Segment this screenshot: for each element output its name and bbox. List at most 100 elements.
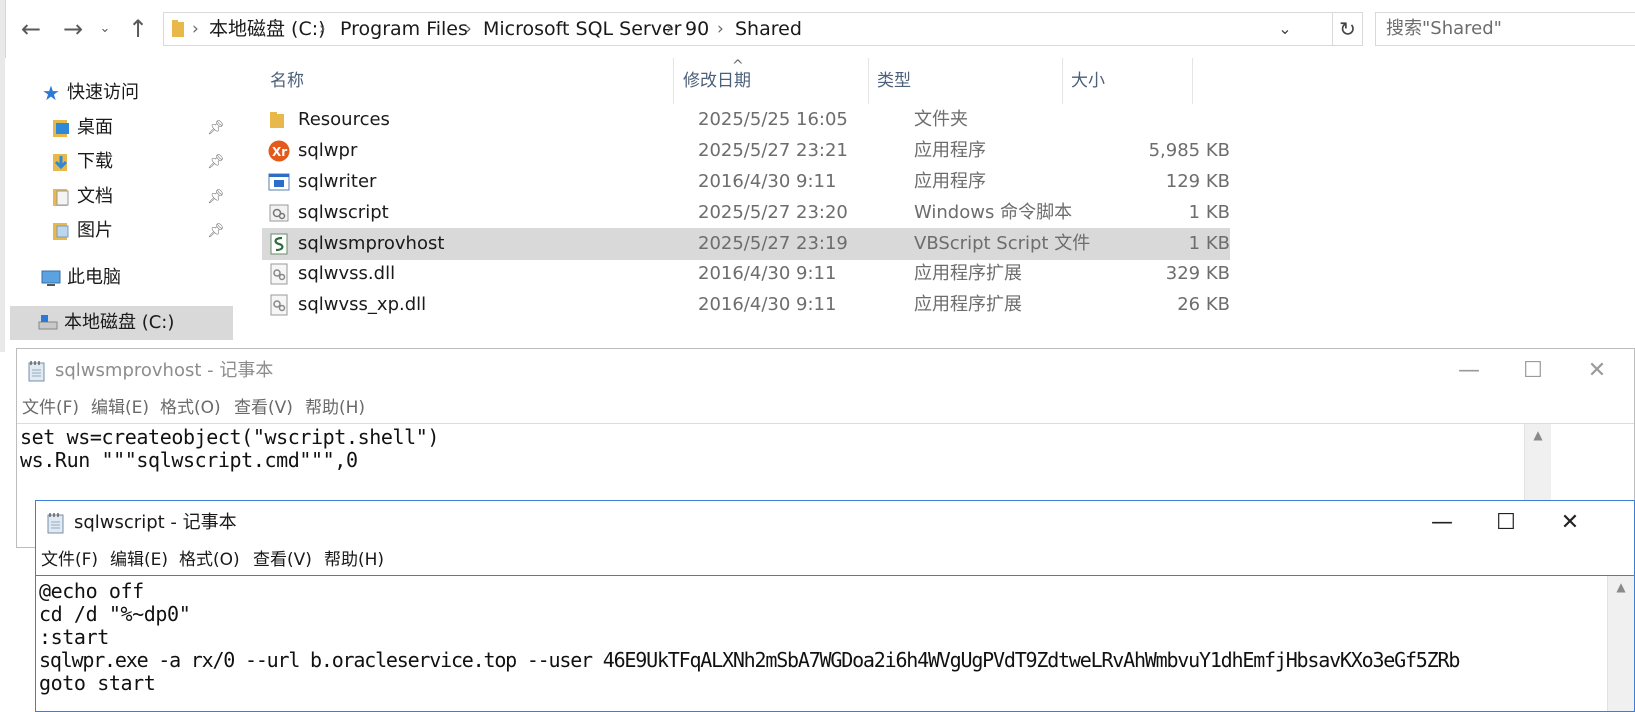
file-row[interactable]: sqlwvss_xp.dll 2016/4/30 9:11 应用程序扩展 26 … xyxy=(262,289,1230,321)
file-name: sqlwscript xyxy=(298,202,389,223)
file-row[interactable]: Resources 2025/5/25 16:05 文件夹 xyxy=(262,104,1230,136)
up-arrow-icon[interactable]: ↑ xyxy=(121,14,155,46)
nav-label: 快速访问 xyxy=(67,82,139,103)
search-input[interactable]: 搜索"Shared" xyxy=(1375,12,1635,46)
nav-quick-access[interactable]: ★ 快速访问 xyxy=(41,76,139,110)
file-size: 129 KB xyxy=(1165,171,1230,192)
menu-format[interactable]: 格式(O) xyxy=(160,393,221,423)
menu-view[interactable]: 查看(V) xyxy=(234,393,293,423)
vertical-scrollbar[interactable]: ▲ xyxy=(1607,576,1634,711)
menu-help[interactable]: 帮助(H) xyxy=(324,545,384,575)
menu-view[interactable]: 查看(V) xyxy=(253,545,312,575)
file-type: 应用程序 xyxy=(914,171,986,192)
minimize-icon[interactable]: — xyxy=(1413,501,1471,545)
file-size: 5,985 KB xyxy=(1148,140,1230,161)
address-dropdown-chevron-icon[interactable]: ⌄ xyxy=(1272,13,1298,45)
svg-text:Xr: Xr xyxy=(272,145,287,159)
nav-label: 文档 xyxy=(77,186,113,207)
title-bar[interactable]: sqlwsmprovhost - 记事本 — ☐ ✕ xyxy=(17,349,1634,393)
menu-help[interactable]: 帮助(H) xyxy=(305,393,365,423)
code-line: :start xyxy=(39,625,109,649)
title-bar[interactable]: sqlwscript - 记事本 — ☐ ✕ xyxy=(36,501,1634,545)
nav-label: 图片 xyxy=(77,220,113,241)
window-title: sqlwsmprovhost - 记事本 xyxy=(55,360,274,381)
file-size: 1 KB xyxy=(1188,202,1230,223)
breadcrumb-sql-server[interactable]: Microsoft SQL Server xyxy=(483,13,681,45)
file-row[interactable]: sqlwsmprovhost 2025/5/27 23:19 VBScript … xyxy=(262,228,1230,260)
nav-label: 本地磁盘 (C:) xyxy=(64,312,175,333)
breadcrumb-separator[interactable]: › xyxy=(192,13,199,45)
column-header-size[interactable]: 大小 xyxy=(1063,58,1193,104)
pin-icon[interactable]: 📌︎ xyxy=(207,180,225,214)
minimize-icon[interactable]: — xyxy=(1440,349,1498,393)
menu-file[interactable]: 文件(F) xyxy=(22,393,79,423)
drive-icon xyxy=(38,315,58,330)
file-name: sqlwvss.dll xyxy=(298,263,396,284)
pin-icon[interactable]: 📌︎ xyxy=(207,111,225,145)
column-header-name[interactable]: 名称 xyxy=(262,58,674,104)
file-date: 2025/5/27 23:21 xyxy=(698,140,848,161)
nav-label: 下载 xyxy=(77,151,113,172)
menu-format[interactable]: 格式(O) xyxy=(179,545,240,575)
scroll-up-arrow-icon[interactable]: ▲ xyxy=(1525,428,1551,442)
code-line: ws.Run """sqlwscript.cmd""",0 xyxy=(20,448,358,472)
cmd-script-icon xyxy=(269,204,289,222)
file-type: Windows 命令脚本 xyxy=(914,202,1073,223)
nav-item-c-drive[interactable]: 本地磁盘 (C:) xyxy=(10,306,233,340)
address-bar[interactable]: › 本地磁盘 (C:) › Program Files › Microsoft … xyxy=(163,12,1333,46)
pin-icon[interactable]: 📌︎ xyxy=(207,214,225,248)
breadcrumb-separator[interactable]: › xyxy=(717,13,724,45)
breadcrumb-shared[interactable]: Shared xyxy=(735,13,802,45)
menu-edit[interactable]: 编辑(E) xyxy=(91,393,149,423)
breadcrumb-separator[interactable]: › xyxy=(319,13,326,45)
column-header-type[interactable]: 类型 xyxy=(869,58,1063,104)
nav-item-downloads[interactable]: 下载 📌︎ xyxy=(51,145,233,179)
menu-file[interactable]: 文件(F) xyxy=(41,545,98,575)
file-date: 2016/4/30 9:11 xyxy=(698,263,837,284)
nav-this-pc[interactable]: 此电脑 xyxy=(41,261,121,295)
dll-icon xyxy=(270,263,288,285)
notepad-icon xyxy=(47,513,64,534)
desktop-folder-icon xyxy=(53,120,69,137)
nav-item-documents[interactable]: 文档 📌︎ xyxy=(51,180,233,214)
file-row[interactable]: Xr sqlwpr 2025/5/27 23:21 应用程序 5,985 KB xyxy=(262,135,1230,167)
breadcrumb-separator[interactable]: › xyxy=(465,13,472,45)
file-name: sqlwriter xyxy=(298,171,377,192)
code-line: cd /d "%~dp0" xyxy=(39,602,191,626)
breadcrumb-90[interactable]: 90 xyxy=(685,13,709,45)
file-type: 应用程序 xyxy=(914,140,986,161)
menu-bar: 文件(F) 编辑(E) 格式(O) 查看(V) 帮助(H) xyxy=(17,393,1634,423)
window-title: sqlwscript - 记事本 xyxy=(74,512,237,533)
scroll-up-arrow-icon[interactable]: ▲ xyxy=(1608,580,1634,594)
maximize-icon[interactable]: ☐ xyxy=(1504,349,1562,393)
pictures-folder-icon xyxy=(53,223,69,240)
text-editor[interactable]: @echo off cd /d "%~dp0" :start sqlwpr.ex… xyxy=(36,575,1634,711)
back-arrow-icon[interactable]: ← xyxy=(14,14,48,46)
nav-label: 此电脑 xyxy=(67,267,121,288)
file-explorer-window: ← → ⌄ ↑ › 本地磁盘 (C:) › Program Files › Mi… xyxy=(0,0,1635,352)
nav-item-pictures[interactable]: 图片 📌︎ xyxy=(51,214,233,248)
file-date: 2025/5/27 23:20 xyxy=(698,202,848,223)
nav-item-desktop[interactable]: 桌面 📌︎ xyxy=(51,111,233,145)
file-row[interactable]: sqlwriter 2016/4/30 9:11 应用程序 129 KB xyxy=(262,166,1230,198)
breadcrumb-program-files[interactable]: Program Files xyxy=(340,13,468,45)
notepad-icon xyxy=(28,361,45,382)
file-date: 2025/5/27 23:19 xyxy=(698,233,848,254)
breadcrumb-c-drive[interactable]: 本地磁盘 (C:) xyxy=(209,13,326,45)
dll-icon xyxy=(270,294,288,316)
column-header-date[interactable]: 修改日期 xyxy=(675,58,869,104)
maximize-icon[interactable]: ☐ xyxy=(1477,501,1535,545)
downloads-folder-icon xyxy=(53,154,68,171)
breadcrumb-separator[interactable]: › xyxy=(666,13,673,45)
menu-bar: 文件(F) 编辑(E) 格式(O) 查看(V) 帮助(H) xyxy=(36,545,1634,575)
file-row[interactable]: sqlwvss.dll 2016/4/30 9:11 应用程序扩展 329 KB xyxy=(262,258,1230,290)
file-name: sqlwsmprovhost xyxy=(298,233,445,254)
close-icon[interactable]: ✕ xyxy=(1541,501,1599,545)
forward-arrow-icon[interactable]: → xyxy=(56,14,90,46)
file-row[interactable]: sqlwscript 2025/5/27 23:20 Windows 命令脚本 … xyxy=(262,197,1230,229)
close-icon[interactable]: ✕ xyxy=(1568,349,1626,393)
pin-icon[interactable]: 📌︎ xyxy=(207,145,225,179)
recent-locations-chevron-icon[interactable]: ⌄ xyxy=(90,14,120,46)
menu-edit[interactable]: 编辑(E) xyxy=(110,545,168,575)
refresh-icon[interactable]: ↻ xyxy=(1333,12,1363,46)
